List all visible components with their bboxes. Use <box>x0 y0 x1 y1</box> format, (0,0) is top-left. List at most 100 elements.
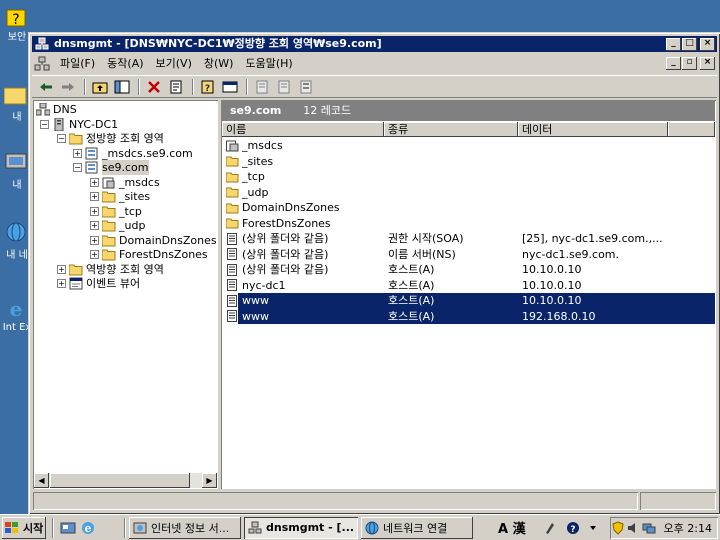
tree-horizontal-scrollbar[interactable]: ◀ ▶ <box>34 473 217 488</box>
record-row[interactable]: _sites <box>222 154 715 170</box>
status-pane-main <box>33 492 638 510</box>
help-book-icon: ? <box>201 80 214 94</box>
tree-node-child-tcp[interactable]: + _tcp <box>90 204 142 219</box>
start-button[interactable]: 시작 <box>2 517 46 539</box>
menu-action[interactable]: 동작(A) <box>101 54 149 73</box>
tree-node-child-domaindnszones[interactable]: + DomainDnsZones <box>90 233 217 248</box>
quicklaunch-ie-icon[interactable]: e <box>80 520 96 536</box>
taskbar-button-dnsmgmt[interactable]: dnsmgmt - [... <box>244 516 358 539</box>
expand-toggle[interactable]: + <box>90 178 99 187</box>
record-row[interactable]: www 호스트(A) 192.168.0.10 <box>222 308 715 324</box>
network-tray-icon[interactable] <box>642 521 656 535</box>
tree-node-child-udp[interactable]: + _udp <box>90 218 145 233</box>
record-type: 호스트(A) <box>384 293 518 309</box>
properties-button[interactable] <box>166 78 186 96</box>
help-icon: ? <box>6 9 26 28</box>
menu-file[interactable]: 파일(F) <box>54 54 101 73</box>
minimize-button[interactable]: _ <box>666 38 681 51</box>
column-header-name[interactable]: 이름 <box>222 122 384 137</box>
show-hide-tree-button[interactable] <box>112 78 132 96</box>
ime-arrow-icon[interactable] <box>588 521 598 535</box>
record-row[interactable]: (상위 폴더와 같음) 호스트(A) 10.10.0.10 <box>222 262 715 278</box>
volume-icon[interactable] <box>627 521 639 535</box>
record-row[interactable]: ForestDnsZones <box>222 216 715 232</box>
column-header-type[interactable]: 종류 <box>384 122 518 137</box>
ime-indicator[interactable]: A 漢 <box>498 518 526 537</box>
title-bar[interactable]: dnsmgmt - [DNS₩NYC-DC1₩정방향 조회 영역₩se9.com… <box>32 36 717 52</box>
close-button[interactable]: × <box>700 38 715 51</box>
tree-node-child-msdcs[interactable]: + _msdcs <box>90 175 160 190</box>
child-restore-button[interactable]: ▫ <box>682 57 697 70</box>
record-row[interactable]: (상위 폴더와 같음) 권한 시작(SOA) [25], nyc-dc1.se9.c… <box>222 231 715 247</box>
expand-toggle[interactable]: + <box>90 192 99 201</box>
windows-logo-icon <box>5 521 18 533</box>
record-row[interactable]: _udp <box>222 185 715 201</box>
mmc-console-icon[interactable] <box>34 56 50 72</box>
tree-pane-icon <box>114 80 130 93</box>
expand-toggle[interactable]: + <box>90 250 99 259</box>
record-row[interactable]: nyc-dc1 호스트(A) 10.10.0.10 <box>222 278 715 294</box>
scroll-thumb[interactable] <box>50 473 190 488</box>
record-name: (상위 폴더와 같음) <box>242 232 329 246</box>
expand-toggle[interactable]: + <box>57 265 66 274</box>
menu-window[interactable]: 창(W) <box>198 54 240 73</box>
expand-toggle[interactable]: + <box>90 221 99 230</box>
record-row[interactable]: DomainDnsZones <box>222 200 715 216</box>
task-label: 인터넷 정보 서... <box>151 521 230 535</box>
back-button[interactable] <box>36 78 56 96</box>
menu-help[interactable]: 도움말(H) <box>239 54 298 73</box>
folder-icon <box>226 172 239 183</box>
record-list: _msdcs _sites _tcp _udp DomainDnsZones Forest… <box>222 138 715 324</box>
expand-toggle[interactable]: + <box>90 207 99 216</box>
delete-button[interactable] <box>144 78 164 96</box>
console-view-button[interactable] <box>220 78 240 96</box>
collapse-toggle[interactable]: − <box>57 134 66 143</box>
help-button[interactable]: ? <box>198 78 218 96</box>
expand-toggle[interactable]: + <box>73 149 82 158</box>
svg-text:?: ? <box>12 12 19 28</box>
menu-view[interactable]: 보기(V) <box>150 54 198 73</box>
maximize-button[interactable]: □ <box>682 38 697 51</box>
child-close-button[interactable]: × <box>700 57 715 70</box>
record-data: 10.10.0.10 <box>518 293 668 309</box>
record-button-1[interactable] <box>252 78 272 96</box>
scroll-left-button[interactable]: ◀ <box>34 473 49 488</box>
help-circle-icon[interactable]: ? <box>566 521 580 535</box>
svg-text:?: ? <box>570 525 575 535</box>
record-button-2[interactable] <box>274 78 294 96</box>
record-row[interactable]: _msdcs <box>222 138 715 154</box>
clock[interactable]: 오후 2:14 <box>664 520 712 536</box>
record-row[interactable]: _tcp <box>222 169 715 185</box>
tree-node-msdcs-zone[interactable]: + _msdcs.se9.com <box>73 146 193 161</box>
collapse-toggle[interactable]: − <box>40 120 49 129</box>
taskbar-button-network[interactable]: 네트워크 연결 <box>361 517 473 539</box>
scroll-right-button[interactable]: ▶ <box>202 473 217 488</box>
tree-node-child-forestdnszones[interactable]: + ForestDnsZones <box>90 247 208 262</box>
up-level-button[interactable] <box>90 78 110 96</box>
tree-node-se9-zone[interactable]: − se9.com <box>73 160 149 175</box>
expand-toggle[interactable]: + <box>90 236 99 245</box>
record-row[interactable]: www 호스트(A) 10.10.0.10 <box>222 293 715 309</box>
column-header-data[interactable]: 데이터 <box>518 122 668 137</box>
security-shield-icon[interactable] <box>611 521 624 535</box>
tree-node-server[interactable]: − NYC-DC1 <box>40 117 118 132</box>
child-minimize-button[interactable]: _ <box>666 57 681 70</box>
record-name-cell: www <box>222 293 384 309</box>
record-button-3[interactable] <box>296 78 316 96</box>
expand-toggle[interactable]: + <box>57 279 66 288</box>
tree-node-forward-zones[interactable]: − 정방향 조회 영역 <box>57 131 164 146</box>
taskbar-button-iis[interactable]: 인터넷 정보 서... <box>129 517 241 539</box>
tree-node-reverse-zones[interactable]: + 역방향 조회 영역 <box>57 262 164 277</box>
collapse-toggle[interactable]: − <box>73 163 82 172</box>
show-desktop-icon[interactable] <box>60 520 76 536</box>
tree-node-event-viewer[interactable]: + 이벤트 뷰어 <box>57 276 140 291</box>
record-name: ForestDnsZones <box>242 216 331 230</box>
tree-node-dns[interactable]: DNS <box>36 102 77 117</box>
tree-node-child-sites[interactable]: + _sites <box>90 189 150 204</box>
dns-root-icon <box>36 103 50 116</box>
tree-label: ForestDnsZones <box>119 248 208 261</box>
ime-tool-icon[interactable] <box>544 521 556 535</box>
record-row[interactable]: (상위 폴더와 같음) 이름 서버(NS) nyc-dc1.se9.com. <box>222 247 715 263</box>
record-name: www <box>242 308 269 324</box>
forward-button[interactable] <box>58 78 78 96</box>
